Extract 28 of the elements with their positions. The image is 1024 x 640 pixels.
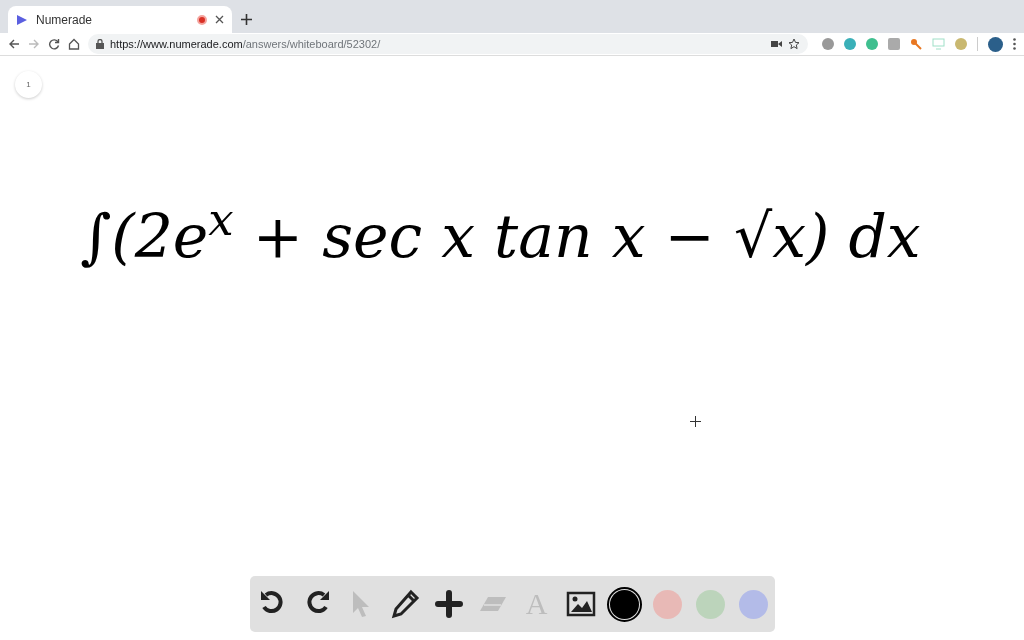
lock-icon	[96, 39, 104, 49]
reload-icon[interactable]	[48, 38, 60, 50]
tab-title: Numerade	[36, 11, 94, 29]
pencil-button[interactable]	[389, 589, 420, 619]
plus-icon[interactable]	[240, 14, 252, 25]
address-bar[interactable]: https://www.numerade.com/answers/whiteboard/52302/	[88, 34, 808, 54]
menu-icon[interactable]	[1013, 38, 1016, 50]
key-icon[interactable]	[910, 38, 922, 50]
color-swatch[interactable]	[695, 589, 725, 619]
image-button[interactable]	[565, 589, 596, 619]
star-icon[interactable]	[788, 38, 800, 50]
extension-icon[interactable]	[844, 38, 856, 50]
home-icon[interactable]	[68, 38, 80, 50]
extension-icon[interactable]	[822, 38, 834, 50]
back-arrow-icon[interactable]	[8, 38, 20, 50]
crosshair-cursor-icon	[690, 416, 701, 427]
close-icon[interactable]	[215, 15, 224, 24]
page-number[interactable]: 1	[15, 71, 42, 98]
avatar-icon[interactable]	[988, 36, 1003, 52]
handwritten-expression: ∫(2e$^{x}$ + sec x tan x − √x) dx	[80, 191, 921, 273]
plus-button[interactable]	[433, 589, 464, 619]
camera-icon[interactable]	[771, 40, 782, 48]
color-swatch[interactable]	[609, 589, 639, 619]
logo-icon	[16, 13, 28, 26]
browser-tab[interactable]: Numerade	[8, 6, 232, 33]
url-text: https://www.numerade.com/answers/whiteboard/52302/	[110, 36, 382, 52]
color-swatch[interactable]	[652, 589, 682, 619]
color-swatch[interactable]	[738, 589, 768, 619]
